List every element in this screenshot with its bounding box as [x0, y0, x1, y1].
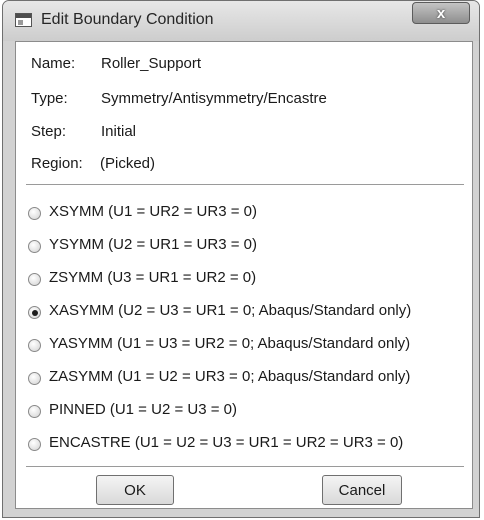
ok-button[interactable]: OK: [96, 475, 174, 505]
step-value: Initial: [101, 123, 137, 140]
radio-button[interactable]: [28, 438, 41, 451]
cancel-button[interactable]: Cancel: [322, 475, 402, 505]
separator-top: [26, 184, 464, 185]
separator-bottom: [26, 466, 464, 467]
radio-label[interactable]: ZASYMM (U1 = U2 = UR3 = 0; Abaqus/Standa…: [49, 368, 410, 385]
close-icon: x: [436, 4, 446, 22]
window-title: Edit Boundary Condition: [41, 11, 214, 28]
radio-label[interactable]: XASYMM (U2 = U3 = UR1 = 0; Abaqus/Standa…: [49, 302, 411, 319]
step-label: Step:: [31, 123, 67, 140]
type-value: Symmetry/Antisymmetry/Encastre: [101, 90, 327, 107]
radio-button[interactable]: [28, 207, 41, 220]
name-value: Roller_Support: [101, 55, 202, 72]
radio-button[interactable]: [28, 240, 41, 253]
window-icon: [15, 13, 32, 27]
radio-label[interactable]: PINNED (U1 = U2 = U3 = 0): [49, 401, 237, 418]
dialog-panel: Name: Roller_Support Type: Symmetry/Anti…: [15, 41, 473, 509]
edit-boundary-condition-dialog: Edit Boundary Condition x Name: Roller_S…: [2, 0, 480, 518]
radio-button[interactable]: [28, 372, 41, 385]
radio-button[interactable]: [28, 405, 41, 418]
radio-label[interactable]: ENCASTRE (U1 = U2 = U3 = UR1 = UR2 = UR3…: [49, 434, 403, 451]
radio-button[interactable]: [28, 273, 41, 286]
type-label: Type:: [31, 90, 68, 107]
name-label: Name:: [31, 55, 76, 72]
radio-label[interactable]: ZSYMM (U3 = UR1 = UR2 = 0): [49, 269, 256, 286]
title-bar[interactable]: Edit Boundary Condition x: [3, 1, 479, 41]
region-label: Region:: [31, 155, 83, 172]
radio-button[interactable]: [28, 339, 41, 352]
radio-label[interactable]: YSYMM (U2 = UR1 = UR3 = 0): [49, 236, 257, 253]
region-value: (Picked): [100, 155, 156, 172]
radio-label[interactable]: XSYMM (U1 = UR2 = UR3 = 0): [49, 203, 257, 220]
radio-label[interactable]: YASYMM (U1 = U3 = UR2 = 0; Abaqus/Standa…: [49, 335, 410, 352]
radio-button-selected[interactable]: [28, 306, 41, 319]
close-button[interactable]: x: [412, 2, 470, 24]
